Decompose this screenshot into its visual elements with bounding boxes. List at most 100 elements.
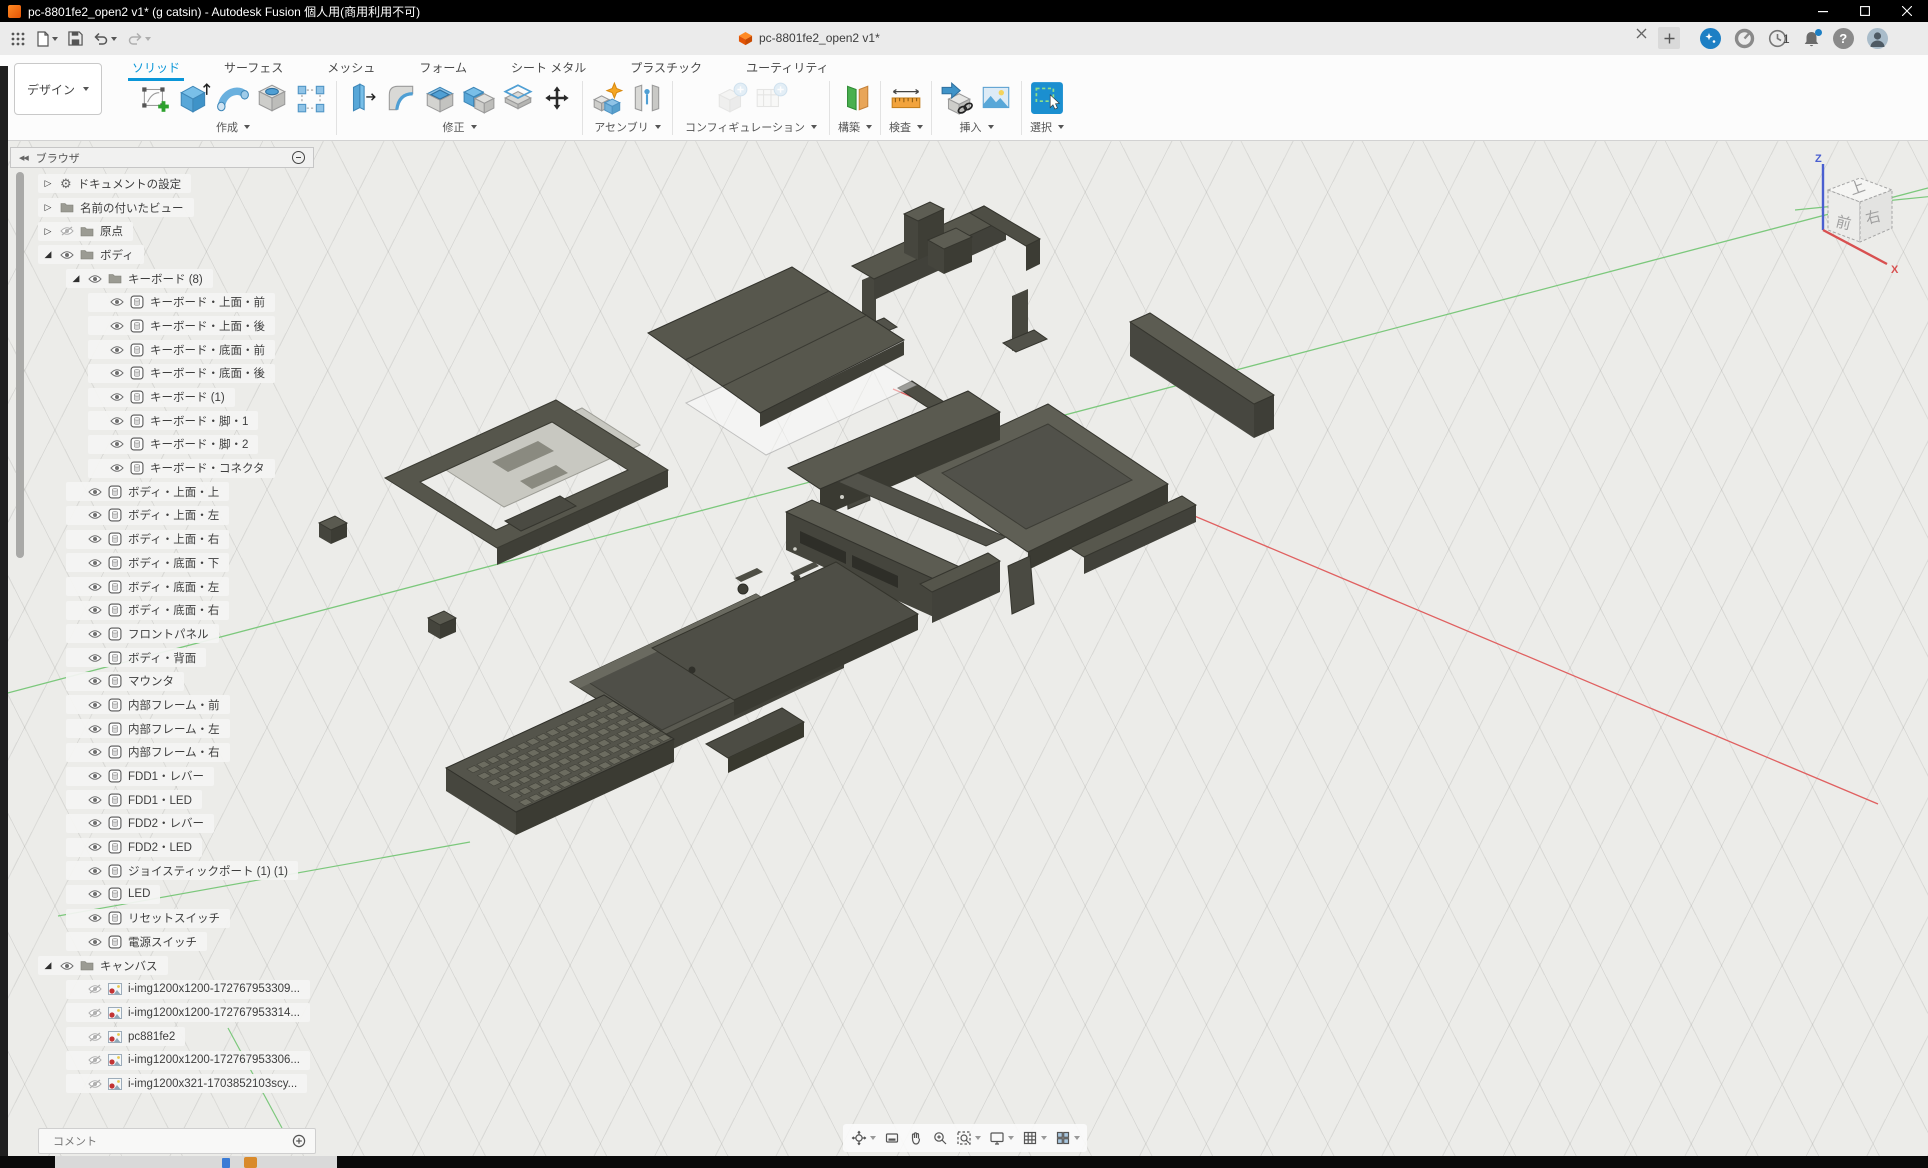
eye-icon[interactable]	[60, 961, 74, 971]
ribbon-tab[interactable]: シート メタル	[509, 57, 588, 78]
eye-icon[interactable]	[88, 913, 102, 923]
expand-arrow-icon[interactable]: ▷	[42, 178, 54, 189]
tree-row[interactable]: FDD1・LED	[8, 788, 338, 812]
tree-row[interactable]: ボディ・底面・下	[8, 551, 338, 575]
sweep-icon[interactable]	[216, 81, 250, 115]
tree-row[interactable]: ◢ キーボード (8)	[8, 267, 338, 291]
tree-row[interactable]: キーボード・上面・前	[8, 290, 338, 314]
tree-row[interactable]: FDD1・レバー	[8, 764, 338, 788]
eye-icon[interactable]	[88, 582, 102, 592]
display-settings-icon[interactable]	[987, 1130, 1016, 1146]
pattern-icon[interactable]	[294, 81, 328, 115]
hole-icon[interactable]	[255, 81, 289, 115]
tree-row[interactable]: リセットスイッチ	[8, 906, 338, 930]
select-icon[interactable]	[1030, 81, 1064, 115]
eye-icon[interactable]	[88, 747, 102, 757]
ribbon-tab[interactable]: サーフェス	[222, 57, 285, 78]
eye-icon[interactable]	[88, 700, 102, 710]
eye-icon[interactable]	[88, 818, 102, 828]
eye-off-icon[interactable]	[88, 984, 102, 994]
offset-face-icon[interactable]	[501, 81, 535, 115]
tree-row[interactable]: フロントパネル	[8, 622, 338, 646]
new-tab-button[interactable]	[1658, 27, 1680, 49]
avatar[interactable]	[1867, 28, 1888, 49]
job-status-icon[interactable]	[1734, 28, 1755, 49]
tree-row[interactable]: FDD2・LED	[8, 835, 338, 859]
eye-off-icon[interactable]	[88, 1008, 102, 1018]
eye-icon[interactable]	[110, 416, 124, 426]
eye-icon[interactable]	[110, 392, 124, 402]
measure-icon[interactable]	[889, 81, 923, 115]
tree-row[interactable]: ボディ・底面・右	[8, 598, 338, 622]
undo-button[interactable]	[93, 32, 117, 46]
eye-icon[interactable]	[88, 866, 102, 876]
save-icon[interactable]	[68, 31, 83, 46]
extrude-icon[interactable]	[177, 81, 211, 115]
combine-icon[interactable]	[462, 81, 496, 115]
collapse-arrow-icon[interactable]: ◢	[42, 960, 54, 971]
tree-row[interactable]: ▷⚙ドキュメントの設定	[8, 172, 338, 196]
group-label-construct[interactable]: 構築	[838, 119, 872, 135]
tree-row[interactable]: LED	[8, 883, 338, 907]
pan-icon[interactable]	[906, 1130, 926, 1146]
tree-row[interactable]: ボディ・上面・上	[8, 480, 338, 504]
history-button[interactable]: 1	[1768, 29, 1790, 48]
fit-icon[interactable]	[954, 1130, 983, 1146]
tree-row[interactable]: ◢ キャンバス	[8, 954, 338, 978]
tree-row[interactable]: マウンタ	[8, 669, 338, 693]
collapse-arrow-icon[interactable]: ◢	[42, 249, 54, 260]
tree-row[interactable]: 内部フレーム・左	[8, 717, 338, 741]
eye-icon[interactable]	[110, 439, 124, 449]
viewcube[interactable]: 上 前 右 Z X	[1795, 148, 1928, 288]
construction-plane-icon[interactable]	[838, 81, 872, 115]
collapse-panel-icon[interactable]: ◀◀	[19, 154, 28, 162]
grid-display-icon[interactable]	[1020, 1130, 1049, 1146]
tree-row[interactable]: キーボード・上面・後	[8, 314, 338, 338]
close-document-icon[interactable]	[1636, 28, 1647, 39]
tree-row[interactable]: i-img1200x1200-172767953314...	[8, 1001, 338, 1025]
ribbon-tab[interactable]: プラスチック	[628, 57, 704, 78]
tree-row[interactable]: i-img1200x1200-172767953309...	[8, 977, 338, 1001]
eye-off-icon[interactable]	[60, 226, 74, 236]
expand-arrow-icon[interactable]: ▷	[42, 202, 54, 213]
eye-icon[interactable]	[88, 605, 102, 615]
minimize-panel-icon[interactable]	[292, 151, 305, 164]
move-copy-icon[interactable]	[540, 81, 574, 115]
eye-icon[interactable]	[88, 487, 102, 497]
eye-icon[interactable]	[88, 274, 102, 284]
configure-icon[interactable]	[715, 81, 749, 115]
eye-icon[interactable]	[60, 250, 74, 260]
close-window-button[interactable]	[1886, 0, 1928, 22]
tree-row[interactable]: 内部フレーム・前	[8, 693, 338, 717]
tree-row[interactable]: キーボード・コネクタ	[8, 456, 338, 480]
tree-row[interactable]: キーボード・脚・1	[8, 409, 338, 433]
create-sketch-icon[interactable]	[138, 81, 172, 115]
tree-row[interactable]: キーボード・底面・前	[8, 338, 338, 362]
canvas-insert-icon[interactable]	[979, 81, 1013, 115]
eye-icon[interactable]	[88, 889, 102, 899]
redo-button[interactable]	[127, 32, 151, 46]
eye-icon[interactable]	[110, 345, 124, 355]
tree-row[interactable]: ボディ・底面・左	[8, 575, 338, 599]
tree-row[interactable]: ジョイスティックポート (1) (1)	[8, 859, 338, 883]
tree-row[interactable]: pc881fe2	[8, 1025, 338, 1049]
browser-panel-header[interactable]: ◀◀ ブラウザ	[10, 147, 314, 168]
insert-derive-icon[interactable]	[940, 81, 974, 115]
tree-row[interactable]: キーボード・脚・2	[8, 433, 338, 457]
eye-icon[interactable]	[88, 795, 102, 805]
tree-row[interactable]: ◢ ボディ	[8, 243, 338, 267]
viewports-icon[interactable]	[1053, 1130, 1082, 1146]
taskbar-app-icon-2[interactable]	[244, 1157, 257, 1168]
document-tab[interactable]: pc-8801fe2_open2 v1*	[738, 22, 880, 54]
group-label-select[interactable]: 選択	[1030, 119, 1064, 135]
expand-arrow-icon[interactable]: ▷	[42, 226, 54, 237]
zoom-icon[interactable]	[930, 1130, 950, 1146]
tree-row[interactable]: i-img1200x321-1703852103scy...	[8, 1072, 338, 1096]
tree-row[interactable]: キーボード (1)	[8, 385, 338, 409]
eye-icon[interactable]	[110, 368, 124, 378]
notifications-button[interactable]	[1803, 30, 1820, 48]
joint-icon[interactable]	[630, 81, 664, 115]
workspace-selector[interactable]: デザイン	[14, 63, 102, 115]
tree-row[interactable]: ▷名前の付いたビュー	[8, 196, 338, 220]
eye-icon[interactable]	[88, 724, 102, 734]
